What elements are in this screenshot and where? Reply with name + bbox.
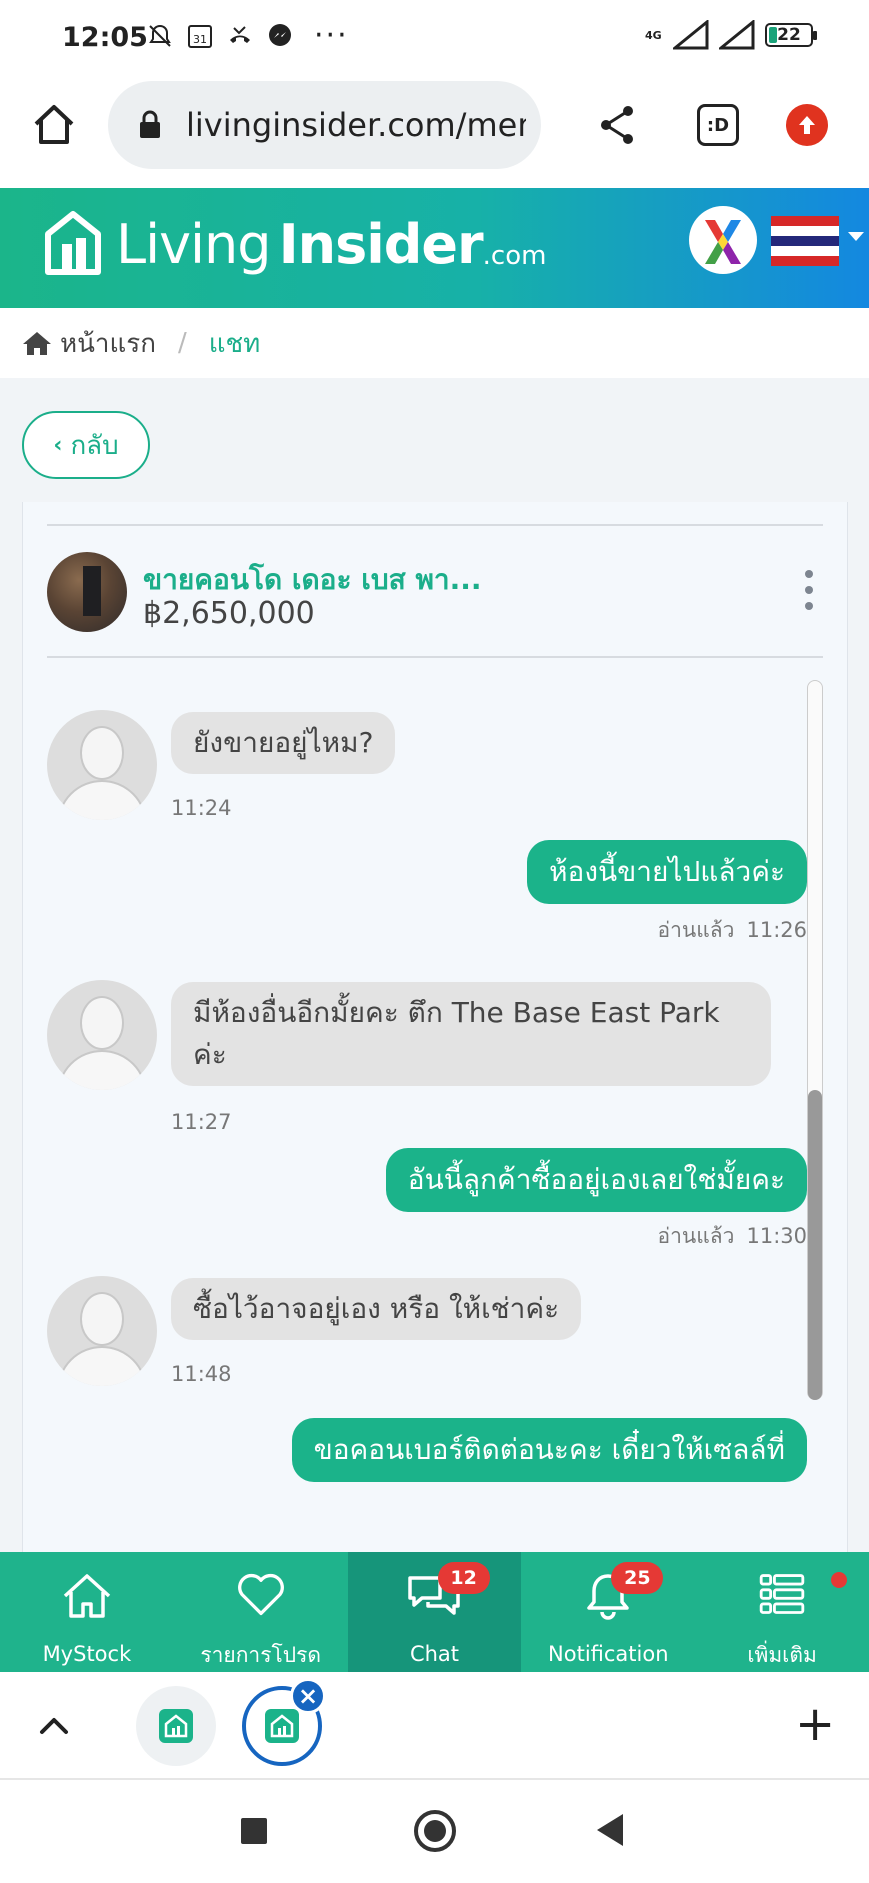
nav-label: Notification [548, 1642, 669, 1666]
menu-list-icon [759, 1574, 805, 1614]
share-icon[interactable] [596, 103, 640, 147]
avatar [47, 710, 157, 820]
site-logo[interactable]: Living Insider .com [44, 208, 546, 278]
browser-tab[interactable] [136, 1686, 216, 1766]
status-right: 4G 22 [645, 20, 817, 50]
x-logo-icon[interactable] [689, 206, 757, 274]
nav-label: รายการโปรด [200, 1643, 322, 1667]
messenger-icon [266, 22, 294, 50]
close-tab-icon[interactable]: × [290, 1678, 326, 1714]
update-icon[interactable] [786, 104, 828, 146]
message-time: 11:48 [171, 1362, 232, 1386]
tab-switcher-button[interactable]: :D [697, 104, 739, 146]
status-time: 12:05 [62, 22, 148, 53]
chevron-left-icon: ‹ [53, 432, 63, 458]
signal-icon [719, 20, 755, 50]
logo-word-living: Living [116, 213, 272, 276]
language-dropdown-icon[interactable] [848, 232, 864, 241]
chevron-up-icon[interactable] [36, 1708, 72, 1744]
message-bubble-incoming: มีห้องอื่นอีกมั้ยคะ ตึก The Base East Pa… [171, 982, 771, 1086]
home-icon [23, 332, 51, 355]
home-icon [63, 1574, 111, 1618]
nav-label: MyStock [42, 1642, 132, 1666]
message-bubble-incoming: ซื้อไว้อาจอยู่เอง หรือ ให้เช่าค่ะ [171, 1278, 582, 1340]
mute-bell-icon [146, 22, 174, 50]
back-button-label: กลับ [70, 430, 119, 461]
more-vertical-icon[interactable] [803, 570, 815, 610]
browser-toolbar: livinginsider.com/mem :D [0, 78, 869, 188]
browser-home-icon[interactable] [30, 100, 78, 148]
message-time: 11:26 [746, 918, 807, 942]
avatar [47, 1276, 157, 1386]
battery-icon: 22 [765, 23, 817, 47]
breadcrumb-separator: / [177, 328, 187, 358]
message-time: 11:24 [171, 796, 232, 820]
nav-label: เพิ่มเติม [747, 1643, 817, 1667]
listing-price: ฿2,650,000 [143, 596, 315, 631]
chat-panel: ขายคอนโด เดอะ เบส พา... ฿2,650,000 ยังขา… [22, 502, 848, 1552]
nav-more[interactable]: เพิ่มเติม [695, 1552, 869, 1672]
breadcrumb: หน้าแรก / แชท [0, 308, 869, 378]
bottom-navigation: MyStock รายการโปรด 12 Chat 25 Notificati… [0, 1552, 869, 1672]
logo-word-insider: Insider [278, 213, 484, 276]
status-bar: 12:05 31 ··· 4G 22 [0, 0, 869, 78]
message-text-line: มีห้องอื่นอีกมั้ยคะ ตึก The Base East Pa… [193, 996, 720, 1029]
heart-icon [237, 1573, 284, 1616]
scrollbar-thumb[interactable] [808, 1090, 822, 1400]
listing-thumbnail[interactable] [47, 552, 127, 632]
browser-tab-strip: × + [0, 1672, 869, 1780]
livinginsider-favicon-icon [265, 1709, 299, 1743]
new-tab-icon[interactable]: + [795, 1700, 835, 1748]
nav-notification[interactable]: 25 Notification [521, 1552, 695, 1672]
logo-domain: .com [482, 241, 547, 271]
calendar-icon: 31 [186, 22, 214, 50]
nav-mystock[interactable]: MyStock [0, 1552, 174, 1672]
more-notifications-icon: ··· [314, 18, 349, 53]
address-bar[interactable]: livinginsider.com/mem [108, 81, 541, 169]
home-button-icon[interactable] [414, 1810, 456, 1852]
nav-label: Chat [409, 1642, 460, 1666]
read-receipt: อ่านแล้ว [657, 918, 735, 942]
chat-badge: 12 [437, 1562, 490, 1594]
avatar [47, 980, 157, 1090]
divider [47, 656, 823, 658]
message-time: 11:27 [171, 1110, 232, 1134]
battery-level: 22 [777, 25, 801, 45]
breadcrumb-home[interactable]: หน้าแรก [60, 323, 156, 364]
notification-badge: 25 [611, 1562, 664, 1594]
message-meta: อ่านแล้ว 11:26 [658, 914, 808, 947]
back-button[interactable]: ‹ กลับ [22, 411, 150, 479]
nav-favorites[interactable]: รายการโปรด [174, 1552, 348, 1672]
message-meta: อ่านแล้ว 11:30 [658, 1220, 808, 1253]
listing-header[interactable]: ขายคอนโด เดอะ เบส พา... ฿2,650,000 [47, 548, 823, 658]
message-bubble-incoming: ยังขายอยู่ไหม? [171, 712, 396, 774]
svg-text:31: 31 [193, 33, 207, 46]
network-type: 4G [645, 28, 662, 42]
breadcrumb-current[interactable]: แชท [209, 323, 261, 364]
nav-chat[interactable]: 12 Chat [347, 1552, 522, 1672]
logo-house-icon [45, 211, 101, 275]
message-list[interactable]: ยังขายอยู่ไหม? 11:24 ห้องนี้ขายไปแล้วค่ะ… [23, 680, 849, 1552]
livinginsider-favicon-icon [159, 1709, 193, 1743]
lock-icon [138, 110, 162, 140]
divider [47, 524, 823, 526]
url-text[interactable]: livinginsider.com/mem [186, 106, 526, 144]
main-content: ‹ กลับ ขายคอนโด เดอะ เบส พา... ฿2,650,00… [0, 378, 869, 1552]
recents-icon[interactable] [241, 1818, 267, 1844]
back-icon[interactable] [597, 1814, 623, 1846]
thai-flag-icon[interactable] [771, 216, 839, 266]
notification-dot [830, 1572, 847, 1588]
status-notification-icons: 31 ··· [146, 18, 349, 53]
system-navigation [0, 1780, 869, 1883]
site-header: Living Insider .com [0, 188, 869, 308]
message-bubble-outgoing: อันนี้ลูกค้าซื้ออยู่เองเลยใช่มั้ยคะ [385, 1148, 807, 1212]
message-bubble-outgoing: ขอคอนเบอร์ติดต่อนะคะ เดี๋ยวให้เซลล์ที่ [291, 1418, 807, 1482]
message-bubble-outgoing: ห้องนี้ขายไปแล้วค่ะ [527, 840, 807, 904]
read-receipt: อ่านแล้ว [657, 1224, 735, 1248]
message-time: 11:30 [746, 1224, 807, 1248]
signal-icon [673, 20, 709, 50]
message-text-line: ค่ะ [193, 1038, 227, 1071]
missed-call-icon [226, 22, 254, 50]
